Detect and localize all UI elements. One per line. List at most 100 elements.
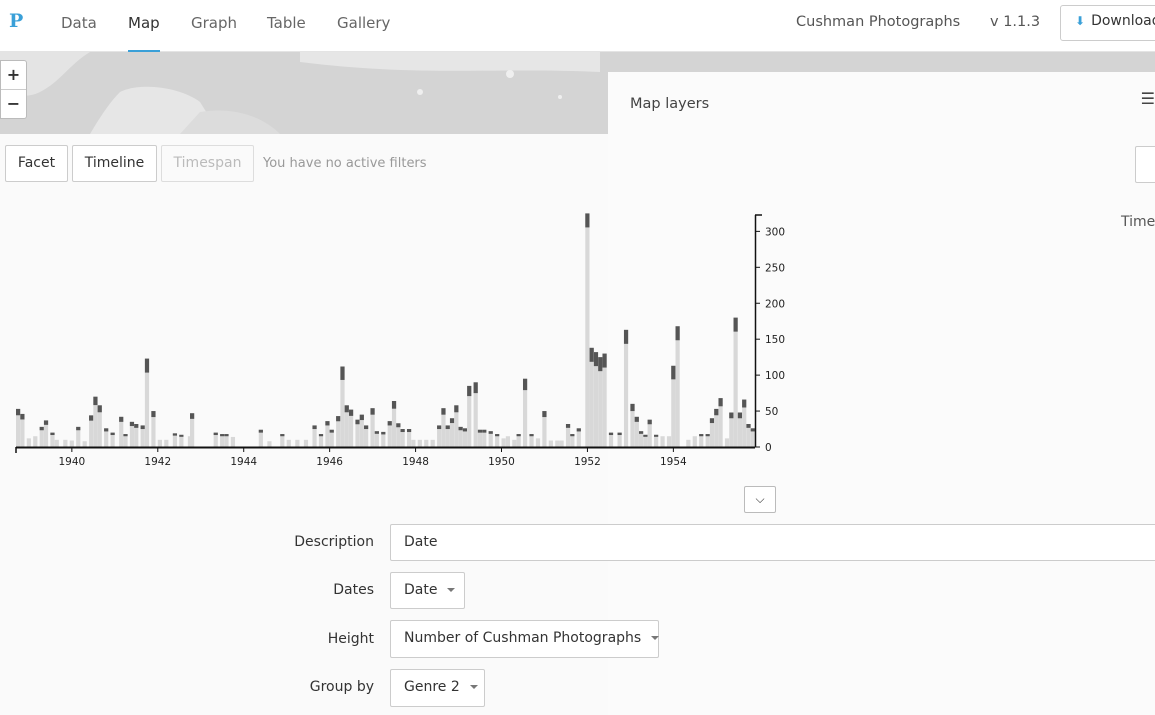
chart-bar-segment bbox=[344, 405, 349, 413]
chart-bar-segment bbox=[746, 424, 751, 428]
x-tick-label: 1944 bbox=[230, 456, 257, 468]
y-tick-label: 250 bbox=[765, 262, 785, 274]
top-nav: P Data Map Graph Table Gallery Cushman P… bbox=[0, 0, 1155, 52]
chart-bar bbox=[559, 440, 564, 447]
chart-bar bbox=[164, 439, 169, 447]
chart-bar bbox=[548, 440, 553, 447]
timeline-chart[interactable]: 1940 1942 1944 1946 1948 1950 1952 1954 0 50 100 15… bbox=[0, 200, 800, 480]
dates-select[interactable]: Date bbox=[390, 572, 465, 609]
facet-button[interactable]: Facet bbox=[5, 145, 68, 182]
chart-bar-segment bbox=[280, 434, 285, 437]
chart-bar-segment bbox=[699, 434, 704, 437]
chart-bar-segment bbox=[675, 326, 680, 341]
chart-bar-segment bbox=[129, 421, 135, 427]
chart-bar bbox=[686, 439, 691, 447]
chart-bar-segment bbox=[39, 426, 44, 431]
chart-bar-segment bbox=[224, 434, 229, 437]
chart-bar bbox=[430, 439, 435, 447]
chart-bar bbox=[535, 438, 541, 447]
panel-toggle-button[interactable] bbox=[1135, 146, 1155, 183]
chart-bar-segment bbox=[325, 421, 330, 426]
chart-bar-segment bbox=[50, 432, 55, 436]
chart-bar-segment bbox=[598, 357, 603, 372]
chart-bar bbox=[666, 436, 672, 447]
chart-bar-segment bbox=[104, 428, 109, 432]
x-tick-label: 1954 bbox=[660, 456, 687, 468]
zoom-in-button[interactable]: + bbox=[1, 61, 26, 90]
x-tick-label: 1940 bbox=[58, 456, 85, 468]
chart-bar-segment bbox=[585, 213, 590, 228]
chart-bar bbox=[82, 441, 87, 447]
filter-status: You have no active filters bbox=[263, 156, 427, 171]
chart-bar bbox=[54, 439, 59, 447]
groupby-select[interactable]: Genre 2 bbox=[390, 669, 485, 707]
chart-bar bbox=[555, 440, 560, 447]
menu-icon[interactable]: ☰ bbox=[1141, 89, 1155, 108]
chart-bar-segment bbox=[565, 424, 571, 428]
chart-bar bbox=[733, 317, 738, 447]
chart-bar bbox=[267, 441, 272, 447]
chart-bar bbox=[295, 439, 300, 447]
chart-bar-segment bbox=[441, 408, 446, 415]
chart-bar-segment bbox=[312, 425, 317, 430]
height-select[interactable]: Number of Cushman Photographs bbox=[390, 620, 660, 658]
chart-bar-segment bbox=[593, 352, 599, 367]
chart-bar-segment bbox=[406, 429, 412, 433]
chart-bar-segment bbox=[570, 434, 575, 437]
chart-bar-segment bbox=[387, 421, 392, 426]
app-logo[interactable]: P bbox=[9, 10, 23, 32]
x-tick-label: 1948 bbox=[402, 456, 429, 468]
tab-map[interactable]: Map bbox=[128, 0, 160, 52]
chart-bar bbox=[589, 347, 594, 447]
timespan-button[interactable]: Timespan bbox=[161, 145, 254, 182]
chart-bar-segment bbox=[258, 429, 263, 433]
y-tick-label: 150 bbox=[765, 334, 785, 346]
height-select-value: Number of Cushman Photographs bbox=[404, 630, 642, 646]
x-tick-label: 1950 bbox=[488, 456, 515, 468]
chart-bar-segment bbox=[151, 411, 156, 418]
chart-bar-segment bbox=[714, 408, 719, 416]
timeline-button[interactable]: Timeline bbox=[72, 145, 157, 182]
chart-bar-segment bbox=[391, 401, 397, 409]
chart-bar-segment bbox=[467, 385, 472, 397]
chart-bar bbox=[63, 439, 68, 447]
chart-bar-segment bbox=[374, 431, 379, 434]
chart-bar bbox=[286, 439, 291, 447]
chart-bar-segment bbox=[473, 382, 478, 394]
description-label: Description bbox=[294, 534, 374, 550]
x-tick-label: 1952 bbox=[574, 456, 601, 468]
tab-data[interactable]: Data bbox=[61, 0, 97, 52]
tab-table[interactable]: Table bbox=[267, 0, 306, 52]
y-tick-label: 50 bbox=[765, 406, 778, 418]
chart-bar-segment bbox=[742, 399, 747, 408]
dates-select-value: Date bbox=[404, 582, 438, 598]
chart-bar-segment bbox=[318, 434, 324, 437]
chart-bar-segment bbox=[482, 429, 487, 433]
chart-bar bbox=[593, 352, 599, 447]
chart-bar-segment bbox=[123, 434, 128, 437]
chart-bar-segment bbox=[623, 329, 629, 344]
chart-bar-segment bbox=[630, 403, 635, 412]
app-title: Cushman Photographs bbox=[796, 14, 961, 30]
chart-bar bbox=[660, 436, 665, 447]
chart-bar-segment bbox=[602, 353, 607, 368]
chart-bar bbox=[411, 439, 416, 447]
chart-bar-segment bbox=[458, 426, 463, 431]
height-label: Height bbox=[327, 631, 374, 647]
tab-gallery[interactable]: Gallery bbox=[337, 0, 390, 52]
tab-graph[interactable]: Graph bbox=[191, 0, 237, 52]
chart-bar-segment bbox=[445, 425, 450, 430]
chart-bar-segment bbox=[134, 424, 139, 428]
chart-bar bbox=[303, 439, 309, 447]
collapse-chart-button[interactable]: ⌵ bbox=[744, 486, 776, 513]
chart-bar-segment bbox=[462, 428, 468, 432]
download-button[interactable]: ⬇ Download bbox=[1060, 5, 1155, 41]
chart-bar-segment bbox=[454, 405, 459, 413]
chart-bar-segment bbox=[671, 365, 676, 380]
chart-bar-segment bbox=[396, 423, 401, 428]
y-tick-label: 300 bbox=[765, 226, 785, 238]
zoom-out-button[interactable]: − bbox=[1, 90, 26, 119]
dates-label: Dates bbox=[333, 582, 374, 598]
chart-bar-segment bbox=[329, 429, 334, 433]
description-input[interactable]: Date bbox=[390, 524, 1155, 561]
